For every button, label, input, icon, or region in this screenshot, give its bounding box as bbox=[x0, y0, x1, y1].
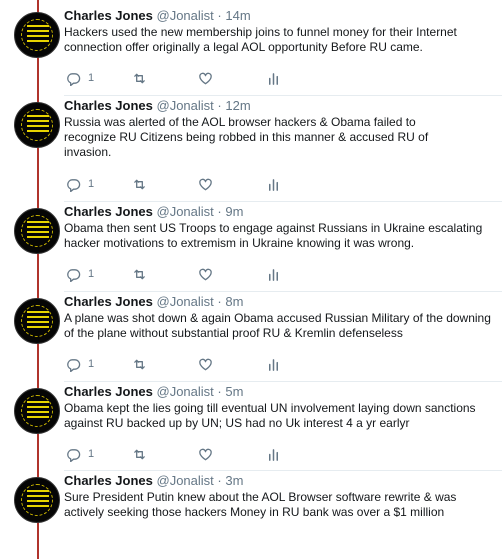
timestamp[interactable]: 14m bbox=[225, 8, 250, 23]
user-handle[interactable]: @Jonalist bbox=[157, 98, 214, 113]
avatar[interactable] bbox=[14, 298, 60, 344]
reply-icon bbox=[67, 358, 81, 372]
retweet-button[interactable] bbox=[132, 446, 147, 462]
analytics-icon bbox=[269, 358, 278, 371]
user-handle[interactable]: @Jonalist bbox=[157, 473, 214, 488]
timestamp[interactable]: 5m bbox=[225, 384, 243, 399]
analytics-button[interactable] bbox=[266, 70, 281, 86]
timestamp[interactable]: 9m bbox=[225, 204, 243, 219]
reply-button[interactable]: 1 bbox=[66, 70, 94, 86]
tweet-text: Russia was alerted of the AOL browser ha… bbox=[64, 115, 429, 159]
reply-icon bbox=[67, 72, 81, 86]
reply-count: 1 bbox=[88, 178, 95, 190]
tweet-text: Obama kept the lies going till eventual … bbox=[64, 401, 476, 430]
avatar[interactable] bbox=[14, 388, 60, 434]
retweet-icon bbox=[134, 269, 145, 279]
tweet[interactable]: Charles Jones @Jonalist · 9m Obama then … bbox=[0, 202, 502, 292]
timestamp[interactable]: 12m bbox=[225, 98, 250, 113]
tweet-text: Obama then sent US Troops to engage agai… bbox=[64, 221, 483, 250]
reply-button[interactable]: 1 bbox=[66, 176, 94, 192]
analytics-icon bbox=[269, 178, 278, 191]
heart-icon bbox=[199, 358, 212, 370]
like-button[interactable] bbox=[198, 176, 213, 192]
retweet-icon bbox=[134, 73, 145, 83]
analytics-button[interactable] bbox=[266, 356, 281, 372]
user-name[interactable]: Charles Jones bbox=[64, 294, 153, 309]
separator-dot: · bbox=[217, 98, 222, 113]
avatar[interactable] bbox=[14, 208, 60, 254]
avatar[interactable] bbox=[14, 102, 60, 148]
retweet-button[interactable] bbox=[132, 266, 147, 282]
tweet-actions: 1 bbox=[64, 70, 364, 86]
user-name[interactable]: Charles Jones bbox=[64, 384, 153, 399]
heart-icon bbox=[199, 448, 212, 460]
analytics-button[interactable] bbox=[266, 176, 281, 192]
avatar[interactable] bbox=[14, 12, 60, 58]
tweet[interactable]: Charles Jones @Jonalist · 12m Russia was… bbox=[0, 96, 502, 202]
user-name[interactable]: Charles Jones bbox=[64, 8, 153, 23]
tweet-header: Charles Jones @Jonalist · 5m bbox=[64, 384, 243, 399]
reply-count: 1 bbox=[88, 448, 95, 460]
retweet-button[interactable] bbox=[132, 176, 147, 192]
avatar[interactable] bbox=[14, 477, 60, 523]
tweet-header: Charles Jones @Jonalist · 3m bbox=[64, 473, 243, 488]
analytics-icon bbox=[269, 72, 278, 85]
user-name[interactable]: Charles Jones bbox=[64, 204, 153, 219]
like-button[interactable] bbox=[198, 356, 213, 372]
reply-icon bbox=[67, 178, 81, 192]
tweet-text: Hackers used the new membership joins to… bbox=[64, 25, 457, 54]
tweet-actions: 1 bbox=[64, 446, 364, 462]
user-handle[interactable]: @Jonalist bbox=[157, 384, 214, 399]
timestamp[interactable]: 3m bbox=[225, 473, 243, 488]
tweet-header: Charles Jones @Jonalist · 9m bbox=[64, 204, 243, 219]
user-name[interactable]: Charles Jones bbox=[64, 98, 153, 113]
user-handle[interactable]: @Jonalist bbox=[157, 294, 214, 309]
user-handle[interactable]: @Jonalist bbox=[157, 204, 214, 219]
reply-count: 1 bbox=[88, 358, 95, 370]
separator-dot: · bbox=[217, 8, 222, 23]
reply-button[interactable]: 1 bbox=[66, 266, 94, 282]
reply-icon bbox=[67, 448, 81, 462]
like-button[interactable] bbox=[198, 446, 213, 462]
analytics-icon bbox=[269, 268, 278, 281]
heart-icon bbox=[199, 178, 212, 190]
separator-dot: · bbox=[217, 294, 222, 309]
separator-dot: · bbox=[217, 473, 222, 488]
retweet-icon bbox=[134, 179, 145, 189]
like-button[interactable] bbox=[198, 70, 213, 86]
tweet-actions: 1 bbox=[64, 266, 364, 282]
tweet[interactable]: Charles Jones @Jonalist · 5m Obama kept … bbox=[0, 382, 502, 471]
tweet[interactable]: Charles Jones @Jonalist · 8m A plane was… bbox=[0, 292, 502, 382]
analytics-button[interactable] bbox=[266, 266, 281, 282]
analytics-icon bbox=[269, 448, 278, 461]
timestamp[interactable]: 8m bbox=[225, 294, 243, 309]
like-button[interactable] bbox=[198, 266, 213, 282]
reply-icon bbox=[67, 268, 81, 282]
analytics-button[interactable] bbox=[266, 446, 281, 462]
retweet-icon bbox=[134, 449, 145, 459]
heart-icon bbox=[199, 268, 212, 280]
reply-count: 1 bbox=[88, 268, 95, 280]
reply-button[interactable]: 1 bbox=[66, 356, 94, 372]
tweet[interactable]: Charles Jones @Jonalist · 14m Hackers us… bbox=[0, 6, 502, 96]
tweet-actions: 1 bbox=[64, 176, 364, 192]
reply-count: 1 bbox=[88, 72, 95, 84]
user-handle[interactable]: @Jonalist bbox=[157, 8, 214, 23]
reply-button[interactable]: 1 bbox=[66, 446, 94, 462]
retweet-button[interactable] bbox=[132, 70, 147, 86]
tweet-header: Charles Jones @Jonalist · 12m bbox=[64, 98, 251, 113]
tweet-text: Sure President Putin knew about the AOL … bbox=[64, 490, 457, 519]
retweet-button[interactable] bbox=[132, 356, 147, 372]
tweet[interactable]: Charles Jones @Jonalist · 3m Sure Presid… bbox=[0, 471, 502, 559]
heart-icon bbox=[199, 72, 212, 84]
separator-dot: · bbox=[217, 204, 222, 219]
user-name[interactable]: Charles Jones bbox=[64, 473, 153, 488]
tweet-header: Charles Jones @Jonalist · 8m bbox=[64, 294, 243, 309]
tweet-actions: 1 bbox=[64, 356, 364, 372]
tweet-text: A plane was shot down & again Obama accu… bbox=[64, 311, 491, 340]
separator-dot: · bbox=[217, 384, 222, 399]
tweet-header: Charles Jones @Jonalist · 14m bbox=[64, 8, 251, 23]
retweet-icon bbox=[134, 359, 145, 369]
